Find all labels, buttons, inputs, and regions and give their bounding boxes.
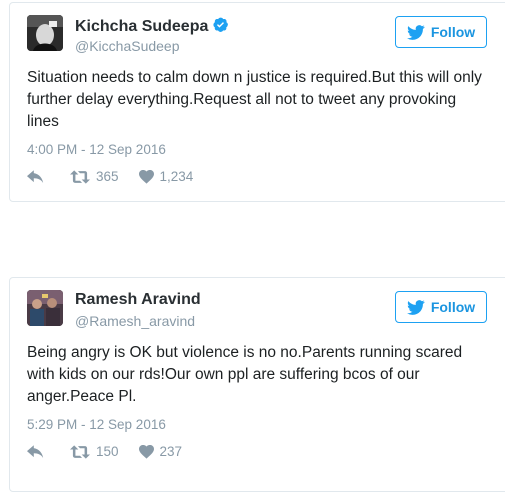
heart-icon [138,169,154,184]
tweet-card: Ramesh Aravind @Ramesh_aravind Follow Be… [9,277,505,492]
author-name[interactable]: Kichcha Sudeepa [75,16,229,38]
tweet-actions: 365 1,234 [27,169,193,184]
author-handle[interactable]: @Ramesh_aravind [75,313,195,329]
reply-icon [27,444,44,459]
tweet-text: Situation needs to calm down n justice i… [27,69,482,130]
reply-button[interactable] [27,444,44,459]
author-handle[interactable]: @KicchaSudeep [75,38,180,54]
tweet-actions: 150 237 [27,444,182,459]
avatar[interactable] [27,15,63,51]
reply-button[interactable] [27,169,44,184]
like-count: 237 [159,444,183,459]
tweet-timestamp[interactable]: 5:29 PM - 12 Sep 2016 [27,417,166,432]
follow-label: Follow [430,24,476,40]
tweet-timestamp[interactable]: 4:00 PM - 12 Sep 2016 [27,142,166,157]
retweet-button[interactable]: 150 [70,444,119,459]
like-button[interactable]: 237 [138,444,183,459]
author-name-text[interactable]: Ramesh Aravind [75,291,201,308]
retweet-button[interactable]: 365 [70,169,119,184]
retweet-icon [70,444,90,459]
reply-icon [27,169,44,184]
follow-button[interactable]: Follow [395,16,487,48]
follow-label: Follow [430,299,476,315]
author-name-text[interactable]: Kichcha Sudeepa [75,18,208,35]
author-name[interactable]: Ramesh Aravind [75,291,201,309]
heart-icon [138,444,154,459]
retweet-count: 365 [96,169,119,184]
verified-badge-icon [212,16,229,38]
like-button[interactable]: 1,234 [138,169,194,184]
retweet-icon [70,169,90,184]
avatar[interactable] [27,290,63,326]
like-count: 1,234 [159,169,194,184]
follow-button[interactable]: Follow [395,291,487,323]
twitter-bird-icon [406,24,425,40]
retweet-count: 150 [96,444,119,459]
tweet-card: Kichcha Sudeepa @KicchaSudeep Follow Sit… [9,2,505,202]
tweet-text: Being angry is OK but violence is no no.… [27,344,463,405]
twitter-bird-icon [406,299,425,315]
